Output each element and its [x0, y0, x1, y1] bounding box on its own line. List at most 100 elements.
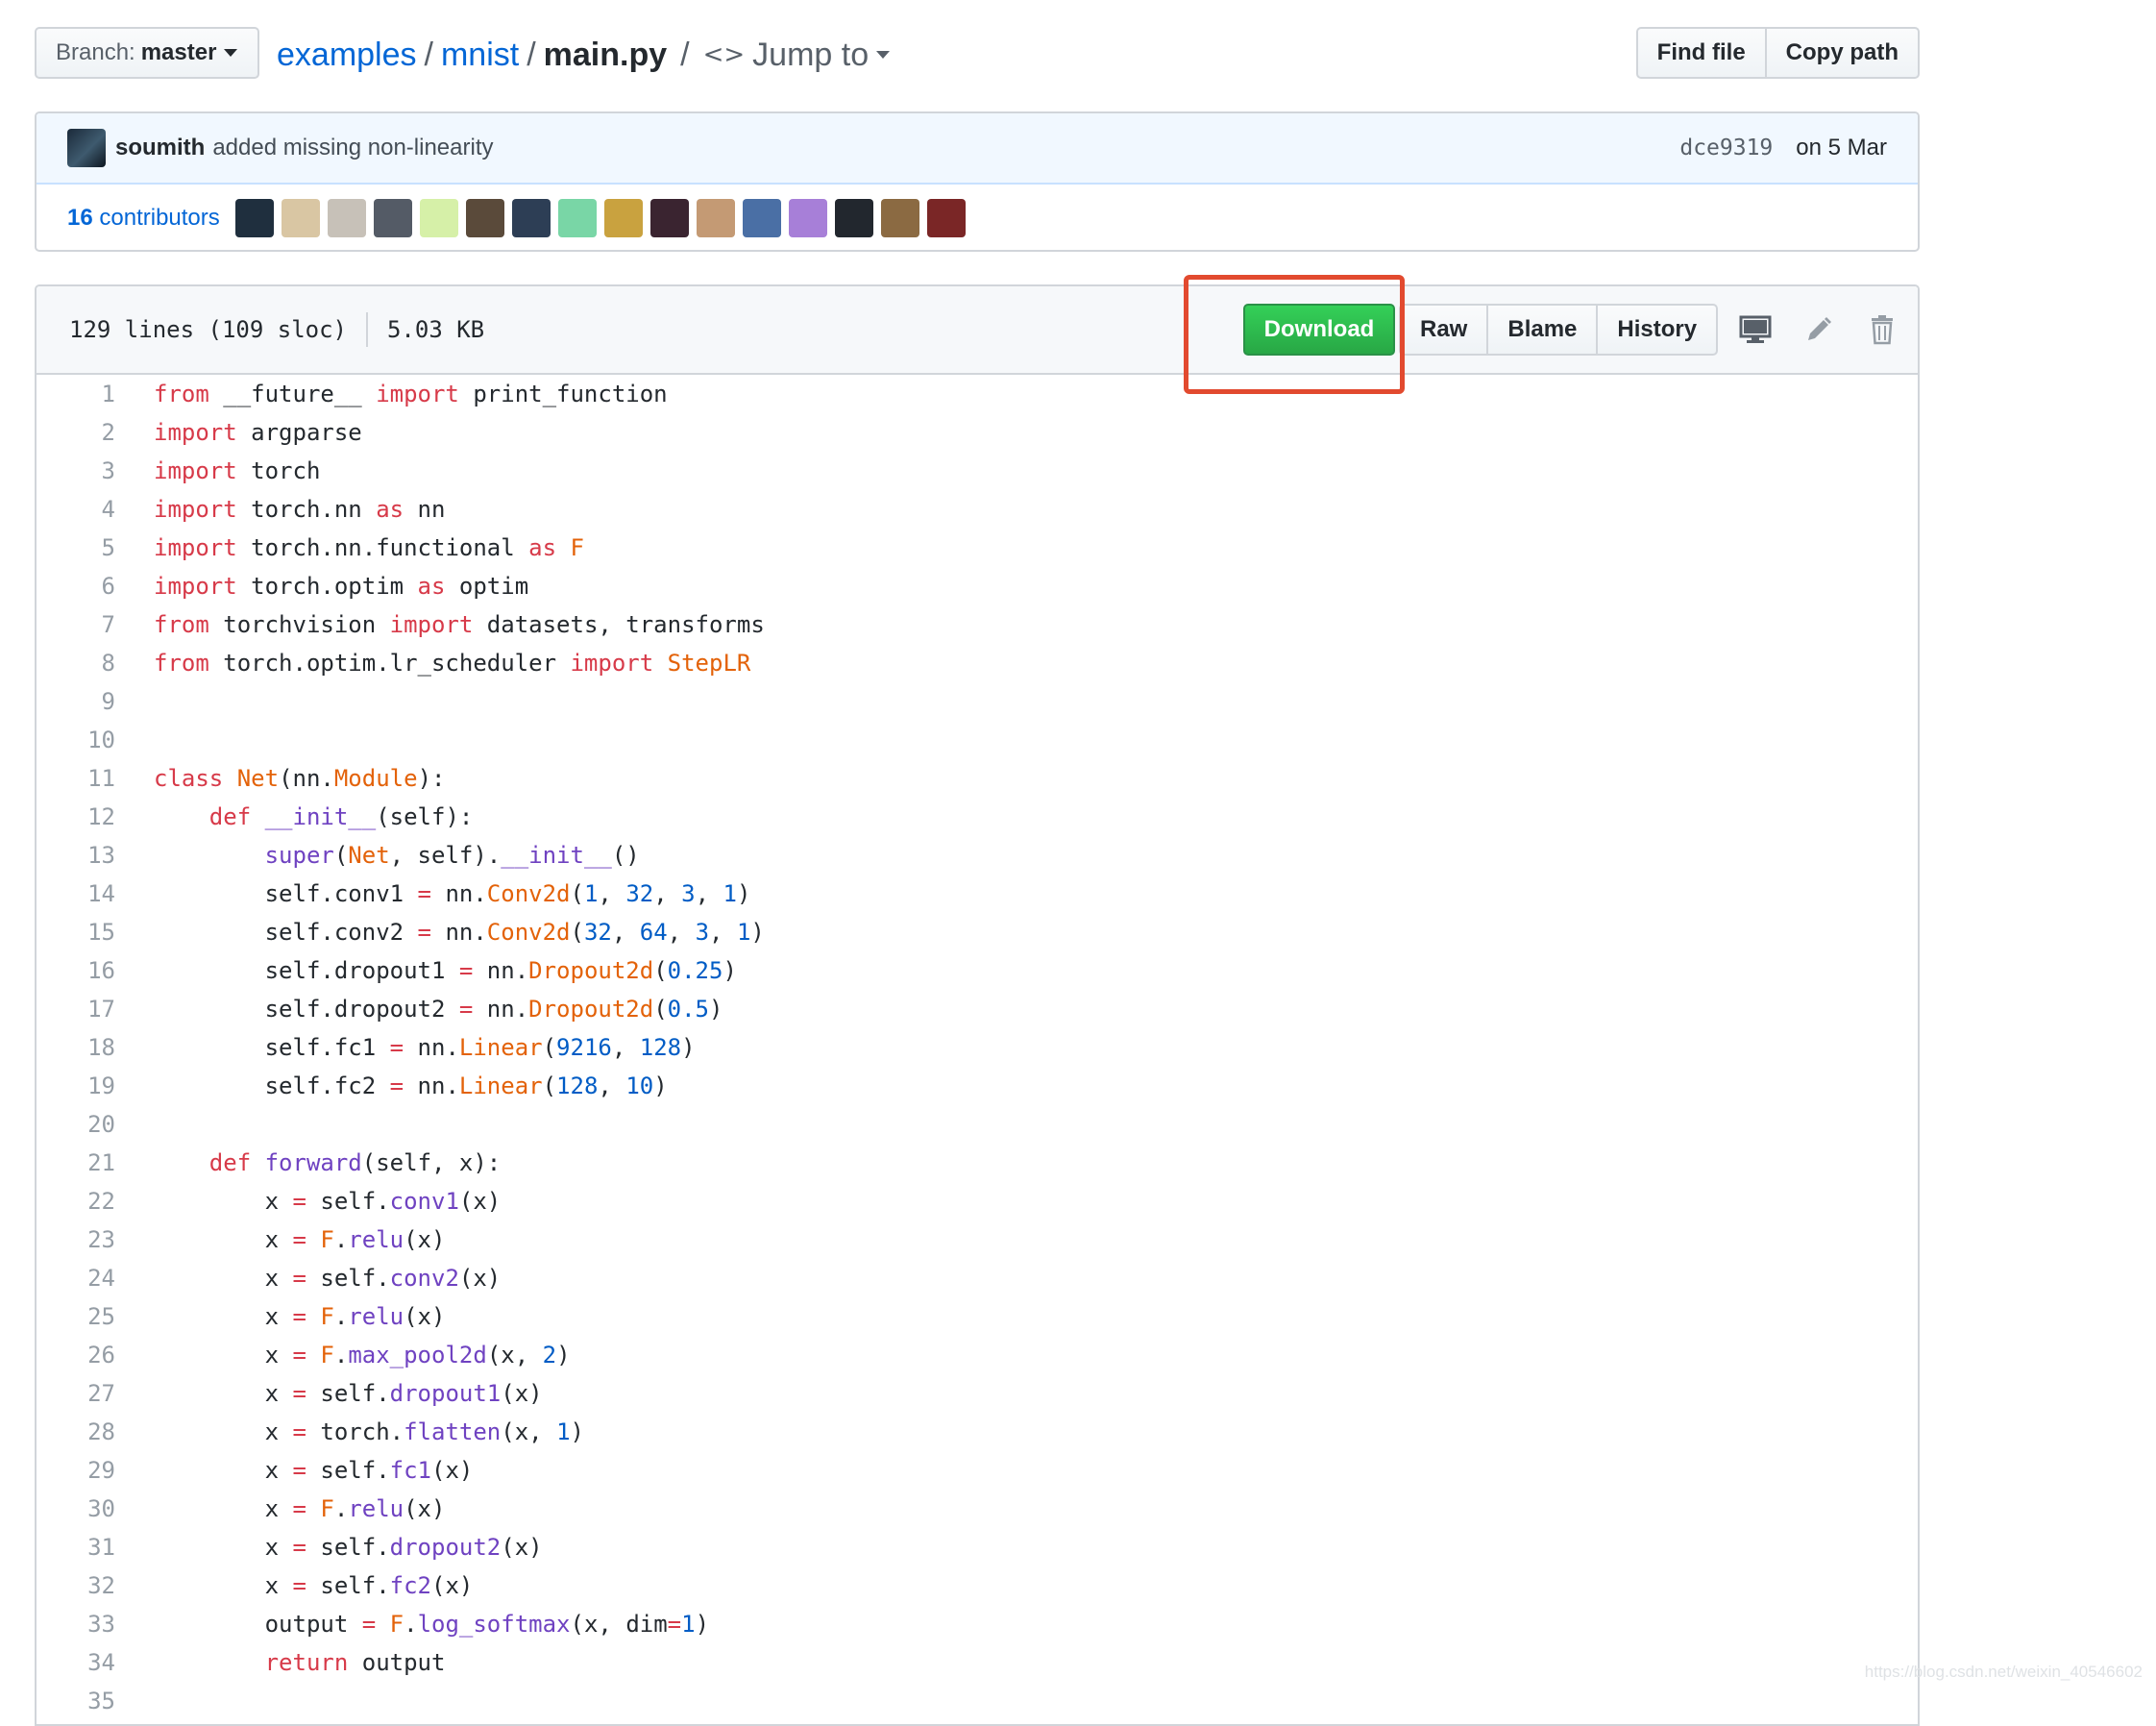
line-number[interactable]: 2: [37, 419, 115, 446]
breadcrumb-repo-link[interactable]: examples: [277, 37, 417, 74]
code-line: 10: [37, 721, 1918, 759]
branch-select-button[interactable]: Branch: master: [35, 27, 259, 79]
code-line: 14 self.conv1 = nn.Conv2d(1, 32, 3, 1): [37, 875, 1918, 913]
commit-meta: dce9319 on 5 Mar: [1679, 113, 1887, 183]
line-number[interactable]: 13: [37, 842, 115, 869]
line-number[interactable]: 21: [37, 1149, 115, 1176]
jump-to-menu[interactable]: <> Jump to: [703, 37, 891, 74]
line-number[interactable]: 24: [37, 1265, 115, 1292]
line-number[interactable]: 11: [37, 765, 115, 792]
commit-tease: soumith added missing non-linearity dce9…: [35, 111, 1920, 252]
avatar[interactable]: [67, 129, 106, 167]
code-text: x = F.relu(x): [154, 1303, 446, 1330]
find-file-button[interactable]: Find file: [1635, 27, 1767, 79]
contributor-avatar[interactable]: [281, 199, 320, 237]
contributor-avatar[interactable]: [788, 199, 827, 237]
history-button[interactable]: History: [1596, 304, 1719, 356]
line-number[interactable]: 4: [37, 496, 115, 523]
line-number[interactable]: 18: [37, 1034, 115, 1061]
line-number[interactable]: 22: [37, 1188, 115, 1215]
copy-path-button[interactable]: Copy path: [1764, 27, 1920, 79]
contributor-avatar[interactable]: [511, 199, 551, 237]
blame-button[interactable]: Blame: [1486, 304, 1599, 356]
chevron-down-icon: [876, 51, 891, 59]
line-number[interactable]: 15: [37, 919, 115, 946]
line-number[interactable]: 25: [37, 1303, 115, 1330]
contributor-avatar[interactable]: [742, 199, 781, 237]
breadcrumb-file-name: main.py: [543, 36, 668, 73]
trash-icon[interactable]: [1850, 304, 1914, 356]
raw-button[interactable]: Raw: [1399, 304, 1489, 356]
contributor-avatar[interactable]: [649, 199, 689, 237]
code-text: self.fc1 = nn.Linear(9216, 128): [154, 1034, 696, 1061]
line-number[interactable]: 23: [37, 1226, 115, 1253]
line-number[interactable]: 7: [37, 611, 115, 638]
contributor-avatar[interactable]: [834, 199, 873, 237]
line-number[interactable]: 6: [37, 573, 115, 600]
line-number[interactable]: 8: [37, 650, 115, 677]
file-icon-actions: [1724, 304, 1914, 356]
contributor-avatar[interactable]: [926, 199, 966, 237]
contributor-avatar[interactable]: [234, 199, 274, 237]
contributor-avatar[interactable]: [327, 199, 366, 237]
code-text: from torch.optim.lr_scheduler import Ste…: [154, 650, 751, 677]
code-line: 13 super(Net, self).__init__(): [37, 836, 1918, 875]
download-button[interactable]: Download: [1243, 304, 1395, 356]
line-number[interactable]: 20: [37, 1111, 115, 1138]
line-number[interactable]: 33: [37, 1611, 115, 1638]
code-line: 18 self.fc1 = nn.Linear(9216, 128): [37, 1028, 1918, 1067]
line-number[interactable]: 3: [37, 457, 115, 484]
contributor-avatar[interactable]: [880, 199, 919, 237]
code-line: 28 x = torch.flatten(x, 1): [37, 1413, 1918, 1451]
file-line-count: 129 lines (109 sloc): [69, 316, 347, 343]
line-number[interactable]: 14: [37, 880, 115, 907]
code-text: import torch.optim as optim: [154, 573, 529, 600]
commit-message-link[interactable]: added missing non-linearity: [212, 135, 493, 161]
line-number[interactable]: 27: [37, 1380, 115, 1407]
line-number[interactable]: 1: [37, 381, 115, 407]
line-number[interactable]: 32: [37, 1572, 115, 1599]
commit-author-link[interactable]: soumith: [115, 135, 205, 161]
contributor-avatar[interactable]: [696, 199, 735, 237]
line-number[interactable]: 34: [37, 1649, 115, 1676]
pencil-icon[interactable]: [1787, 304, 1850, 356]
line-number[interactable]: 5: [37, 534, 115, 561]
desktop-icon[interactable]: [1724, 304, 1787, 356]
code-line: 19 self.fc2 = nn.Linear(128, 10): [37, 1067, 1918, 1105]
contributor-avatar[interactable]: [603, 199, 643, 237]
code-line: 8 from torch.optim.lr_scheduler import St…: [37, 644, 1918, 682]
contributor-avatar[interactable]: [557, 199, 597, 237]
contributor-avatar[interactable]: [465, 199, 504, 237]
code-text: x = torch.flatten(x, 1): [154, 1418, 584, 1445]
line-number[interactable]: 17: [37, 996, 115, 1023]
line-number[interactable]: 10: [37, 727, 115, 753]
code-text: import argparse: [154, 419, 362, 446]
line-number[interactable]: 29: [37, 1457, 115, 1484]
line-number[interactable]: 31: [37, 1534, 115, 1561]
code-line: 7 from torchvision import datasets, trans…: [37, 605, 1918, 644]
line-number[interactable]: 9: [37, 688, 115, 715]
contributor-avatar[interactable]: [419, 199, 458, 237]
breadcrumb: examples / mnist / main.py / <> Jump to: [277, 31, 891, 79]
code-line: 17 self.dropout2 = nn.Dropout2d(0.5): [37, 990, 1918, 1028]
commit-sha-link[interactable]: dce9319: [1679, 136, 1773, 160]
code-line: 6 import torch.optim as optim: [37, 567, 1918, 605]
line-number[interactable]: 19: [37, 1073, 115, 1099]
contributors-link[interactable]: 16 contributors: [67, 205, 220, 232]
code-line: 32 x = self.fc2(x): [37, 1566, 1918, 1605]
file-info-divider: [365, 312, 368, 347]
line-number[interactable]: 26: [37, 1342, 115, 1368]
line-number[interactable]: 35: [37, 1688, 115, 1714]
code-line: 9: [37, 682, 1918, 721]
breadcrumb-folder-link[interactable]: mnist: [441, 37, 519, 74]
code-text: return output: [264, 1649, 446, 1676]
code-text: x = self.conv2(x): [154, 1265, 502, 1292]
code-blob: 1 from __future__ import print_function 2 i…: [37, 375, 1918, 1720]
code-line: 33 output = F.log_softmax(x, dim=1): [37, 1605, 1918, 1643]
contributor-avatar[interactable]: [373, 199, 412, 237]
line-number[interactable]: 30: [37, 1495, 115, 1522]
code-line: 22 x = self.conv1(x): [37, 1182, 1918, 1221]
line-number[interactable]: 16: [37, 957, 115, 984]
line-number[interactable]: 12: [37, 803, 115, 830]
line-number[interactable]: 28: [37, 1418, 115, 1445]
